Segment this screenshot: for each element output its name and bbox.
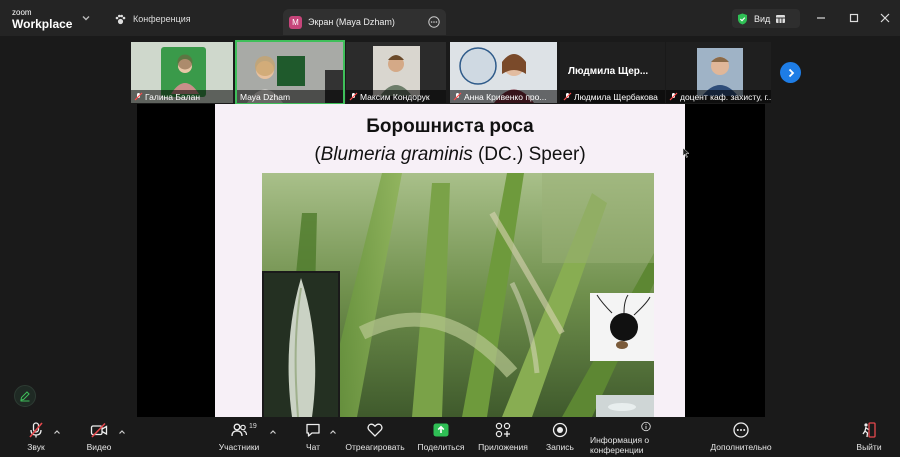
mic-off-icon bbox=[563, 92, 572, 101]
maximize-icon[interactable] bbox=[846, 10, 862, 26]
meeting-toolbar: Звук Видео Участники 19 Чат Отреагироват… bbox=[0, 417, 900, 457]
chat-button[interactable]: Чат bbox=[301, 421, 325, 455]
meeting-info-button[interactable]: Информация о конференции bbox=[590, 421, 702, 455]
subtitle-rest: (DC.) Speer) bbox=[472, 144, 586, 165]
mic-muted-icon bbox=[29, 422, 43, 438]
participant-display-name: Людмила Щер... bbox=[568, 66, 649, 77]
participant-name-bar: Анна Кривенко про... bbox=[450, 90, 557, 103]
participants-count: 19 bbox=[249, 423, 257, 430]
share-label: Поделиться bbox=[417, 442, 465, 452]
participant-name-bar: Людмила Щербакова bbox=[560, 90, 665, 103]
mic-off-icon bbox=[453, 92, 462, 101]
minimize-icon[interactable] bbox=[813, 10, 829, 26]
zoom-window: zoom Workplace Конференция M Экран (Maya… bbox=[0, 0, 900, 457]
participant-name: Людмила Щербакова bbox=[574, 91, 658, 102]
screen-share-tab[interactable]: M Экран (Maya Dzham) bbox=[283, 9, 446, 35]
leave-label: Выйти bbox=[856, 442, 882, 452]
info-icon bbox=[641, 421, 651, 432]
participants-label: Участники bbox=[218, 442, 260, 452]
shield-check-icon bbox=[738, 13, 747, 24]
avatar: M bbox=[289, 15, 302, 29]
participant-name-bar: Максим Кондорук bbox=[346, 90, 446, 103]
mic-off-icon bbox=[349, 92, 358, 101]
chevron-right-icon bbox=[788, 68, 794, 77]
participant-name-bar: Maya Dzham bbox=[237, 90, 343, 103]
view-button[interactable]: Вид bbox=[732, 9, 800, 28]
participant-tile[interactable]: доцент каф. захисту, г... bbox=[666, 42, 771, 103]
chevron-up-icon[interactable] bbox=[269, 428, 277, 436]
audio-label: Звук bbox=[27, 442, 45, 452]
participant-name: Maya Dzham bbox=[240, 91, 291, 102]
chevron-up-icon[interactable] bbox=[118, 428, 126, 436]
slide-title: Борошниста роса bbox=[366, 116, 534, 137]
species-name: Blumeria graminis bbox=[320, 144, 473, 165]
more-icon[interactable] bbox=[428, 16, 440, 28]
apps-icon bbox=[495, 422, 511, 438]
pencil-icon bbox=[20, 391, 30, 402]
close-icon[interactable] bbox=[877, 10, 893, 26]
participant-name: доцент каф. захисту, г... bbox=[680, 91, 771, 102]
brand-top: zoom bbox=[12, 8, 32, 17]
presentation-slide: Борошниста роса (Blumeria graminis (DC.)… bbox=[215, 104, 685, 417]
share-screen-icon bbox=[433, 423, 449, 437]
grid-icon bbox=[776, 14, 786, 23]
wheat-photo bbox=[262, 173, 654, 417]
share-tab-label: Экран (Maya Dzham) bbox=[308, 17, 395, 27]
gallery-next-button[interactable] bbox=[780, 62, 801, 83]
zoom-logo[interactable]: zoom Workplace bbox=[12, 8, 73, 31]
participant-tile[interactable]: Галина Балан bbox=[131, 42, 233, 103]
record-icon bbox=[552, 422, 568, 438]
mic-off-icon bbox=[134, 92, 143, 101]
chat-label: Чат bbox=[305, 442, 321, 452]
react-label: Отреагировать bbox=[345, 442, 405, 452]
share-button[interactable]: Поделиться bbox=[418, 421, 464, 455]
chat-icon bbox=[306, 423, 320, 437]
video-button[interactable]: Видео bbox=[84, 421, 114, 455]
participant-tile[interactable]: Анна Кривенко про... bbox=[450, 42, 557, 103]
conference-menu[interactable]: Конференция bbox=[114, 11, 191, 27]
apps-label: Приложения bbox=[478, 442, 528, 452]
participant-name-bar: доцент каф. захисту, г... bbox=[666, 90, 771, 103]
record-label: Запись bbox=[546, 442, 574, 452]
mouse-pointer-icon bbox=[683, 148, 689, 158]
participant-name: Галина Балан bbox=[145, 91, 201, 102]
paw-icon bbox=[115, 14, 126, 24]
mic-off-icon bbox=[669, 92, 678, 101]
leave-button[interactable]: Выйти bbox=[854, 421, 884, 455]
view-label: Вид bbox=[754, 13, 771, 24]
react-button[interactable]: Отреагировать bbox=[345, 421, 405, 455]
title-bar: zoom Workplace Конференция M Экран (Maya… bbox=[0, 0, 900, 36]
participant-tile-active[interactable]: Maya Dzham bbox=[235, 40, 345, 105]
chevron-down-icon[interactable] bbox=[80, 12, 92, 24]
apps-button[interactable]: Приложения bbox=[478, 421, 528, 455]
participant-tile[interactable]: Максим Кондорук bbox=[346, 42, 446, 103]
people-icon bbox=[231, 423, 248, 437]
record-button[interactable]: Запись bbox=[544, 421, 576, 455]
participant-gallery: Галина Балан Maya Dzham Максим Кондорук … bbox=[0, 36, 900, 105]
conference-label: Конференция bbox=[133, 14, 191, 24]
heart-icon bbox=[367, 423, 383, 437]
video-off-icon bbox=[90, 422, 108, 438]
more-icon bbox=[733, 422, 749, 438]
more-label: Дополнительно bbox=[710, 442, 772, 452]
participant-name: Максим Кондорук bbox=[360, 91, 430, 102]
chevron-up-icon[interactable] bbox=[53, 428, 61, 436]
brand-bottom: Workplace bbox=[12, 17, 73, 31]
participant-name-bar: Галина Балан bbox=[131, 90, 233, 103]
chevron-up-icon[interactable] bbox=[329, 428, 337, 436]
meeting-info-label: Информация о конференции bbox=[590, 435, 650, 455]
audio-button[interactable]: Звук bbox=[23, 421, 49, 455]
more-button[interactable]: Дополнительно bbox=[710, 421, 772, 455]
leave-icon bbox=[862, 422, 876, 438]
video-label: Видео bbox=[86, 442, 112, 452]
slide-subtitle: (Blumeria graminis (DC.) Speer) bbox=[215, 144, 685, 166]
annotate-button[interactable] bbox=[14, 385, 36, 407]
participant-name: Анна Кривенко про... bbox=[464, 91, 547, 102]
